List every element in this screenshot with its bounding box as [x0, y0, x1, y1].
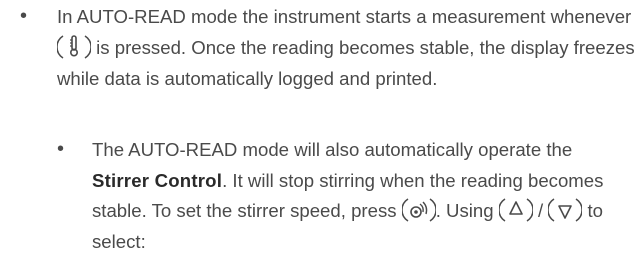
- paragraph-stirrer: The AUTO-READ mode will also automatical…: [92, 135, 632, 258]
- down-arrow-key-icon: [548, 195, 583, 225]
- separator: /: [537, 200, 544, 221]
- paragraph-text: is pressed. Once the reading becomes sta…: [57, 36, 635, 89]
- up-arrow-key-icon: [498, 195, 533, 225]
- stirrer-control-label: Stirrer Control: [92, 169, 223, 191]
- paragraph-text: In AUTO-READ mode the instrument starts …: [57, 6, 632, 27]
- paragraph-auto-read: In AUTO-READ mode the instrument starts …: [57, 2, 635, 94]
- bullet-marker: •: [57, 138, 65, 160]
- stirrer-key-icon: [401, 195, 436, 225]
- paragraph-text: . Using: [435, 200, 494, 221]
- bullet-marker: •: [20, 5, 28, 27]
- thermometer-probe-key-icon: [57, 32, 91, 62]
- paragraph-text: The AUTO-READ mode will also automatical…: [92, 139, 573, 160]
